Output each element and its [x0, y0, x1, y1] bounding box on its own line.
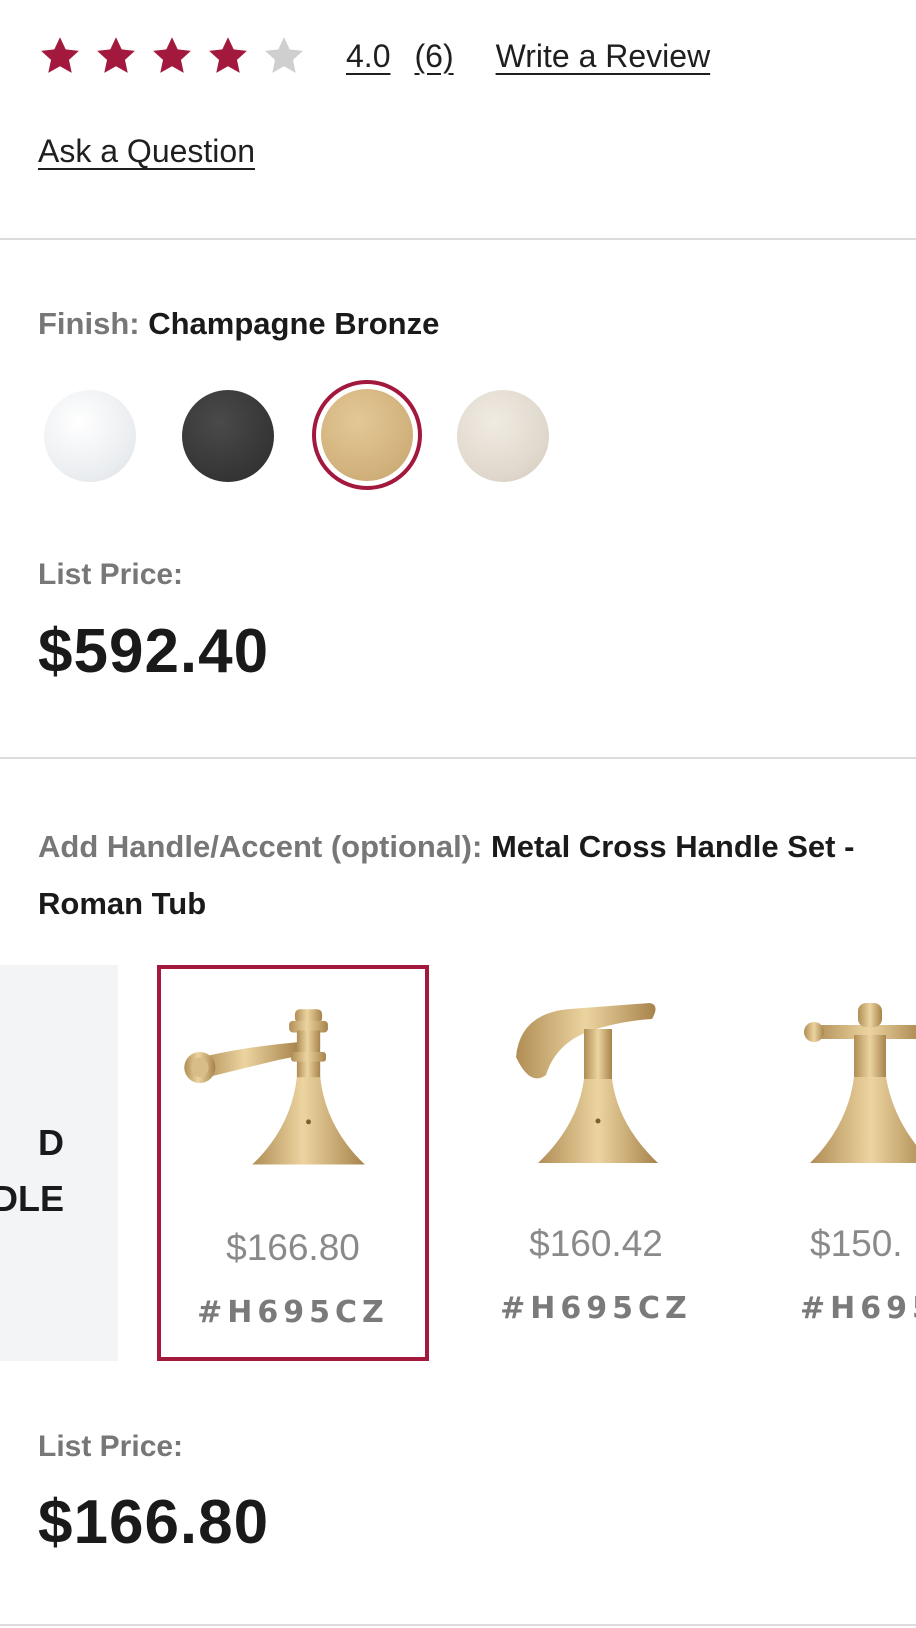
- cross-handle-image: [804, 1003, 916, 1163]
- finish-selected-value: Champagne Bronze: [148, 306, 440, 341]
- no-handle-label-line1: D: [38, 1122, 64, 1163]
- divider: [0, 757, 916, 759]
- white-swatch[interactable]: [44, 390, 136, 482]
- no-handle-label: D DLE: [0, 1115, 64, 1227]
- list-price-value: $592.40: [38, 617, 270, 686]
- accent-label-prefix: Add Handle/Accent (optional):: [38, 829, 483, 864]
- accent-list-price-label: List Price:: [38, 1430, 184, 1463]
- divider: [0, 1624, 916, 1626]
- no-handle-option[interactable]: D DLE: [0, 965, 118, 1361]
- write-review-link[interactable]: Write a Review: [496, 38, 711, 75]
- star-filled-icon: [97, 37, 135, 73]
- review-count-link[interactable]: (6): [414, 38, 453, 75]
- star-filled-icon: [209, 37, 247, 73]
- finish-label-prefix: Finish:: [38, 306, 140, 341]
- handle-sku: #H695CZ: [197, 1295, 389, 1330]
- handle-option-lever[interactable]: $166.80 #H695CZ: [157, 965, 429, 1361]
- accent-list-price-value: $166.80: [38, 1488, 270, 1557]
- lever-handle-image: [184, 1009, 365, 1165]
- rating-row: 4.0 (6) Write a Review: [38, 34, 710, 78]
- star-empty-icon: [265, 37, 303, 73]
- black-swatch[interactable]: [182, 390, 274, 482]
- handle-option-curved[interactable]: $160.42 #H695CZ: [460, 965, 732, 1361]
- accent-label: Add Handle/Accent (optional): Metal Cros…: [38, 818, 878, 932]
- finish-label: Finish: Champagne Bronze: [38, 306, 439, 342]
- star-rating[interactable]: [38, 34, 306, 78]
- handle-price: $166.80: [226, 1227, 360, 1268]
- product-options-panel: 4.0 (6) Write a Review Ask a Question Fi…: [0, 0, 916, 1628]
- curved-handle-image: [516, 1003, 658, 1163]
- list-price-label: List Price:: [38, 558, 184, 591]
- handle-option-cross[interactable]: $150. #H695: [748, 965, 916, 1361]
- handle-price: $160.42: [529, 1223, 663, 1264]
- ask-question-link[interactable]: Ask a Question: [38, 133, 255, 170]
- no-handle-label-line2: DLE: [0, 1178, 64, 1219]
- star-filled-icon: [41, 37, 79, 73]
- champagne-bronze-swatch: [321, 389, 413, 481]
- handle-sku: #H695CZ: [500, 1291, 692, 1326]
- handle-sku: #H695: [800, 1291, 916, 1326]
- star-filled-icon: [153, 37, 191, 73]
- nickel-swatch[interactable]: [457, 390, 549, 482]
- divider: [0, 238, 916, 240]
- handle-price: $150.: [810, 1223, 903, 1264]
- champagne-bronze-swatch-selected[interactable]: [312, 380, 422, 490]
- rating-value-link[interactable]: 4.0: [346, 38, 390, 75]
